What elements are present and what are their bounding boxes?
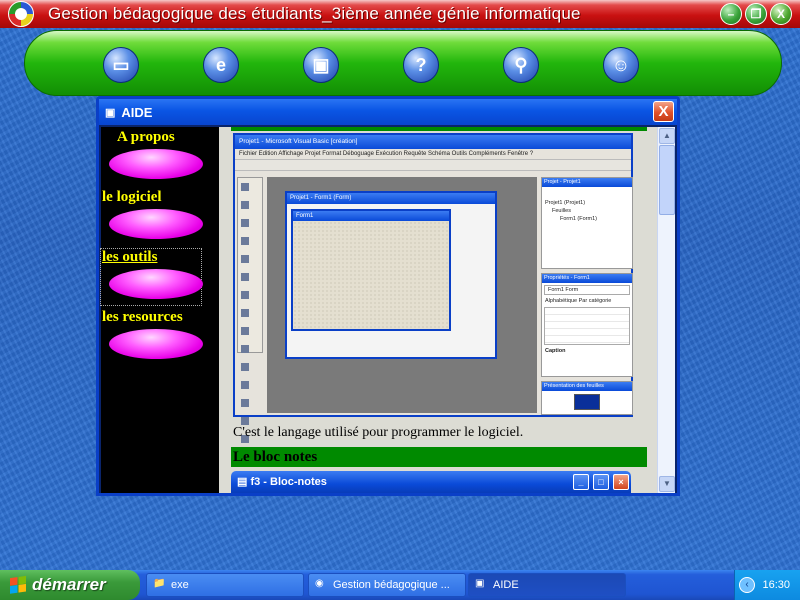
task-item-aide[interactable]: ▣ AIDE (468, 573, 626, 597)
sidebar-oval-button[interactable] (109, 149, 203, 179)
vb-inner-form: Form1 (291, 209, 451, 331)
vb-screenshot: Projet1 - Microsoft Visual Basic [créati… (233, 133, 633, 493)
app-titlebar: Gestion bédagogique des étudiants_3ième … (0, 0, 800, 28)
sidebar-item-label: les resources (102, 309, 183, 325)
task-label: exe (171, 579, 189, 591)
vb-menu: Fichier Edition Affichage Projet Format … (239, 151, 534, 157)
caption-text: C'est le langage utilisé pour programmer… (233, 425, 524, 440)
vb-layout-panel: Présentation des feuilles (541, 381, 633, 415)
sidebar-item-label: le logiciel (102, 189, 162, 205)
vb-form-title: Projet1 - Form1 (Form) (287, 193, 495, 204)
vb-form-window: Projet1 - Form1 (Form) Form1 (285, 191, 497, 359)
sidebar-item-a-propos[interactable]: A propos (101, 129, 219, 185)
aide-scrollbar[interactable]: ▲ ▼ (657, 127, 675, 493)
window-icon: ▣ (475, 578, 485, 589)
vb-project-item: Feuilles (552, 208, 571, 214)
scroll-down-icon[interactable]: ▼ (659, 476, 675, 492)
disconnect-icon[interactable]: ⚲ (503, 47, 539, 83)
start-button[interactable]: démarrer (0, 570, 140, 600)
notepad-titlebar: ▤ f3 - Bloc-notes _ □ × (231, 471, 631, 493)
restore-icon[interactable]: ❐ (745, 3, 767, 25)
vb-toolbar (235, 159, 631, 171)
app-window-controls: – ❐ X (720, 3, 792, 25)
vb-properties-panel: Propriétés - Form1 Form1 Form Alphabétiq… (541, 273, 633, 377)
vb-title: Projet1 - Microsoft Visual Basic [créati… (235, 135, 631, 149)
tray-expand-icon[interactable]: ‹ (739, 577, 755, 593)
aide-close-button[interactable]: X (653, 101, 674, 122)
vb-title-text: Projet1 - Microsoft Visual Basic [créati… (239, 138, 358, 145)
vb-workspace: Projet1 - Form1 (Form) Form1 (267, 177, 537, 413)
task-item-exe[interactable]: 📁 exe (146, 573, 304, 597)
app-logo-icon (8, 1, 34, 27)
notepad-title: f3 - Bloc-notes (250, 476, 327, 488)
window-icon: ▣ (105, 106, 116, 119)
vb-properties-combo: Form1 Form (544, 285, 630, 295)
users-icon[interactable]: ☺ (603, 47, 639, 83)
sidebar-oval-button[interactable] (109, 269, 203, 299)
clock: 16:30 (762, 579, 790, 591)
vb-project-title: Projet - Projet1 (542, 178, 632, 187)
scroll-thumb[interactable] (659, 145, 675, 215)
sidebar-oval-button[interactable] (109, 329, 203, 359)
task-label: AIDE (493, 579, 519, 591)
aide-titlebar: ▣ AIDE X (99, 99, 677, 125)
app-title: Gestion bédagogique des étudiants_3ième … (48, 4, 581, 23)
sidebar-item-les-resources[interactable]: les resources (101, 309, 219, 365)
monitor-icon[interactable]: ▣ (303, 47, 339, 83)
windows-logo-icon (10, 575, 26, 595)
task-label: Gestion bédagogique ... (333, 579, 450, 591)
vb-project-panel: Projet - Projet1 Projet1 (Projet1) Feuil… (541, 177, 633, 269)
task-item-gestion[interactable]: ◉ Gestion bédagogique ... (308, 573, 466, 597)
close-icon[interactable]: X (770, 3, 792, 25)
sidebar-oval-button[interactable] (109, 209, 203, 239)
vb-form-grid (293, 221, 449, 329)
minimize-icon: _ (573, 474, 589, 490)
sidebar-item-le-logiciel[interactable]: le logiciel (101, 189, 219, 245)
vb-layout-preview (574, 394, 600, 410)
internet-explorer-icon[interactable]: e (203, 47, 239, 83)
vb-caption-label: Caption (545, 348, 566, 354)
section-title-bar: Le bloc notes (231, 447, 647, 467)
sidebar-item-label: A propos (117, 129, 175, 145)
system-tray: ‹ 16:30 (734, 570, 800, 600)
aide-title: AIDE (121, 104, 153, 120)
close-icon: × (613, 474, 629, 490)
aide-window: ▣ AIDE X A propos le logiciel les outils… (96, 96, 680, 496)
main-toolbar: ▭ e ▣ ? ⚲ ☺ (24, 30, 782, 96)
minimize-icon[interactable]: – (720, 3, 742, 25)
help-icon[interactable]: ? (403, 47, 439, 83)
vb-inner-form-title: Form1 (293, 211, 449, 221)
vb-properties-tabs: Alphabétique Par catégorie (545, 298, 612, 304)
sidebar-item-label: les outils (102, 249, 158, 265)
maximize-icon: □ (593, 474, 609, 490)
section-divider (231, 127, 647, 131)
folder-icon: 📁 (153, 578, 166, 589)
vb-project-item: Projet1 (Projet1) (545, 200, 586, 206)
vb-toolbox (237, 177, 263, 493)
aide-content: Projet1 - Microsoft Visual Basic [créati… (219, 127, 657, 493)
computer-icon[interactable]: ▭ (103, 47, 139, 83)
start-label: démarrer (32, 575, 106, 594)
vb-properties-grid (544, 307, 630, 345)
vb-layout-title: Présentation des feuilles (542, 382, 632, 391)
app-icon: ◉ (315, 578, 324, 589)
aide-sidebar: A propos le logiciel les outils les reso… (100, 127, 219, 493)
sidebar-item-les-outils[interactable]: les outils (100, 248, 203, 306)
vb-properties-title: Propriétés - Form1 (542, 274, 632, 283)
vb-project-item: Form1 (Form1) (560, 216, 597, 222)
taskbar: démarrer 📁 exe ◉ Gestion bédagogique ...… (0, 570, 800, 600)
notepad-icon: ▤ (237, 476, 251, 488)
scroll-up-icon[interactable]: ▲ (659, 128, 675, 144)
